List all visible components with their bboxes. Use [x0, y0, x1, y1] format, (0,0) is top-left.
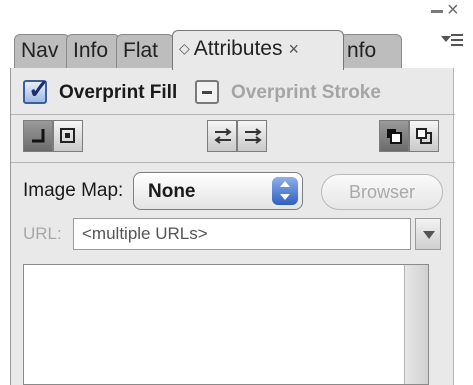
- image-map-select[interactable]: None: [133, 172, 303, 210]
- overprint-stroke-label: Overprint Stroke: [231, 82, 381, 103]
- transpose-left-icon[interactable]: [207, 120, 237, 152]
- collapse-icon[interactable]: [431, 10, 443, 13]
- overprint-stroke-checkbox[interactable]: [195, 80, 219, 104]
- url-label: URL:: [23, 224, 62, 243]
- show-all-icon[interactable]: [23, 120, 53, 152]
- tab-doc-info[interactable]: nfo: [340, 34, 402, 68]
- overprint-fill-label: Overprint Fill: [59, 82, 178, 103]
- tab-navigator[interactable]: Nav: [14, 34, 70, 68]
- tab-options-icon: ◇: [179, 40, 190, 56]
- attributes-toolbar: [23, 120, 443, 154]
- checkmark-icon: ✓: [28, 74, 50, 104]
- tab-info[interactable]: Info: [66, 34, 120, 68]
- select-arrows-icon: [272, 177, 298, 205]
- close-tab-icon[interactable]: ×: [289, 39, 300, 60]
- attributes-panel-body: ✓ Overprint Fill Overprint Stroke Image …: [10, 68, 455, 385]
- chevron-down-icon: [423, 231, 435, 239]
- url-input[interactable]: <multiple URLs>: [73, 218, 411, 250]
- panel-tab-strip: Nav Info Flat ◇ Attributes × nfo: [14, 30, 434, 70]
- attributes-panel-window: × Nav Info Flat ◇ Attributes × nfo ✓ Ove…: [0, 0, 473, 385]
- show-one-icon[interactable]: [53, 120, 83, 152]
- tab-label: Flat: [123, 39, 159, 62]
- url-dropdown-button[interactable]: [415, 218, 441, 250]
- url-value: <multiple URLs>: [82, 224, 208, 243]
- alt-text-area[interactable]: [23, 264, 429, 385]
- overprint-row: ✓ Overprint Fill Overprint Stroke: [23, 76, 443, 108]
- panel-menu-icon[interactable]: [441, 32, 463, 48]
- url-row: URL: <multiple URLs>: [23, 218, 443, 252]
- tab-attributes[interactable]: ◇ Attributes ×: [172, 30, 344, 70]
- bring-forward-icon[interactable]: [379, 120, 409, 152]
- tab-label: Info: [73, 39, 109, 62]
- image-map-value: None: [148, 181, 196, 202]
- divider: [11, 162, 455, 163]
- tab-label: Attributes: [193, 37, 283, 60]
- tab-label: nfo: [347, 39, 377, 62]
- tab-flattener[interactable]: Flat: [116, 34, 174, 68]
- transpose-right-icon[interactable]: [237, 120, 267, 152]
- overprint-fill-checkbox[interactable]: ✓: [23, 76, 50, 104]
- divider: [11, 114, 455, 115]
- image-map-label: Image Map:: [23, 180, 124, 201]
- close-icon[interactable]: ×: [447, 0, 459, 20]
- mixed-state-icon: [202, 91, 212, 94]
- vertical-scrollbar[interactable]: [404, 265, 428, 384]
- browser-button[interactable]: Browser: [321, 174, 443, 210]
- send-backward-icon[interactable]: [409, 120, 439, 152]
- tab-label: Nav: [21, 39, 59, 62]
- image-map-row: Image Map: None Browser: [23, 172, 443, 212]
